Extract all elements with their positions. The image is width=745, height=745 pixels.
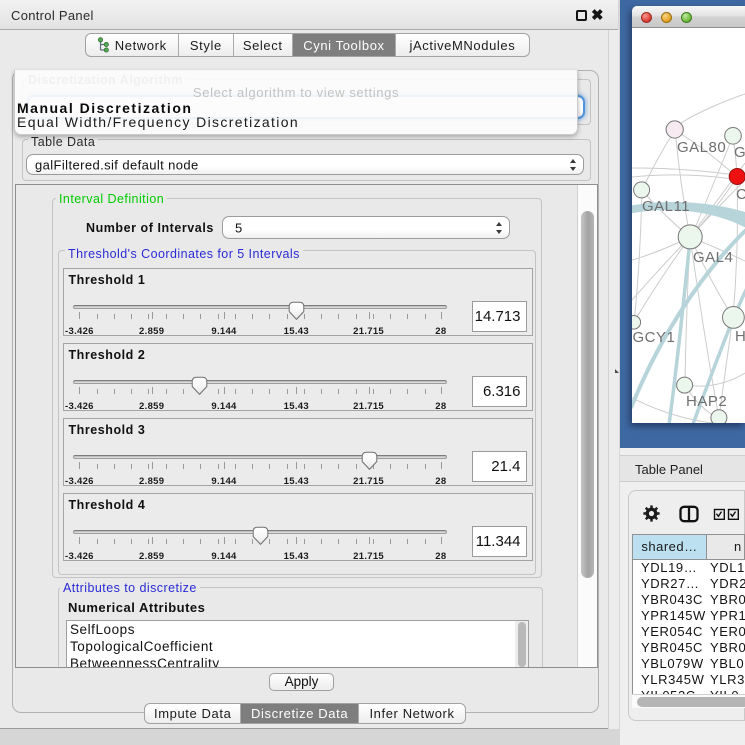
- svg-text:GAL4: GAL4: [693, 249, 733, 266]
- svg-text:G.: G.: [734, 144, 745, 161]
- svg-text:GAL80: GAL80: [677, 139, 726, 156]
- svg-text:C: C: [736, 186, 745, 203]
- svg-text:H: H: [735, 328, 745, 345]
- svg-text:GAL11: GAL11: [642, 198, 690, 215]
- svg-text:GCY1: GCY1: [633, 329, 676, 346]
- svg-text:HAP2: HAP2: [686, 393, 727, 410]
